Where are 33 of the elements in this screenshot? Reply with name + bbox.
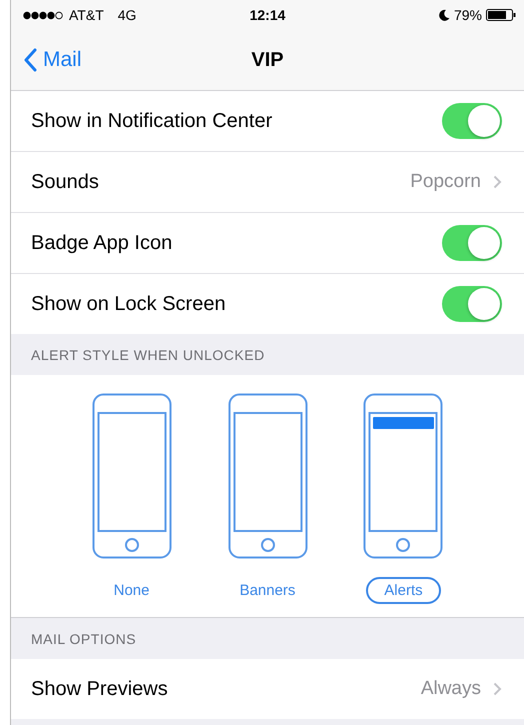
nav-title: VIP xyxy=(250,48,285,72)
row-value: Popcorn xyxy=(410,171,481,193)
battery-percent: 79% xyxy=(454,7,482,23)
battery-icon xyxy=(486,9,516,21)
row-label: Show Previews xyxy=(31,678,168,700)
alert-style-option[interactable]: None xyxy=(96,577,168,604)
row-label: Show in Notification Center xyxy=(31,110,272,132)
alert-style-option[interactable]: Alerts xyxy=(366,577,441,604)
toggle-switch[interactable] xyxy=(442,103,502,139)
row-label: Sounds xyxy=(31,170,99,194)
toggle-row[interactable]: Badge App Icon xyxy=(11,213,524,274)
row-label: Badge App Icon xyxy=(31,232,172,254)
phone-icon xyxy=(92,393,172,559)
clock: 12:14 xyxy=(248,7,286,23)
toggle-switch[interactable] xyxy=(442,286,502,322)
row-value: Always xyxy=(420,678,481,700)
chevron-icon xyxy=(23,48,37,72)
settings-row[interactable]: Sounds Popcorn xyxy=(11,152,524,213)
moon-icon xyxy=(438,9,450,21)
back-button[interactable]: Mail xyxy=(11,48,82,72)
chevron-icon xyxy=(493,682,502,696)
row-label: Show on Lock Screen xyxy=(31,292,226,316)
toggle-switch[interactable] xyxy=(442,225,502,261)
network-type: 4G xyxy=(118,7,136,23)
phone-icon xyxy=(363,393,444,559)
carrier: AT&T xyxy=(69,7,104,23)
alert-style-option[interactable]: Banners xyxy=(222,577,314,604)
signal-icon xyxy=(23,10,65,20)
toggle-row[interactable]: Show in Notification Center xyxy=(11,91,524,152)
chevron-icon xyxy=(493,175,502,189)
toggle-row[interactable]: Show on Lock Screen xyxy=(11,274,524,334)
phone-icon xyxy=(228,393,308,559)
settings-row[interactable]: Show Previews Always xyxy=(11,659,524,719)
